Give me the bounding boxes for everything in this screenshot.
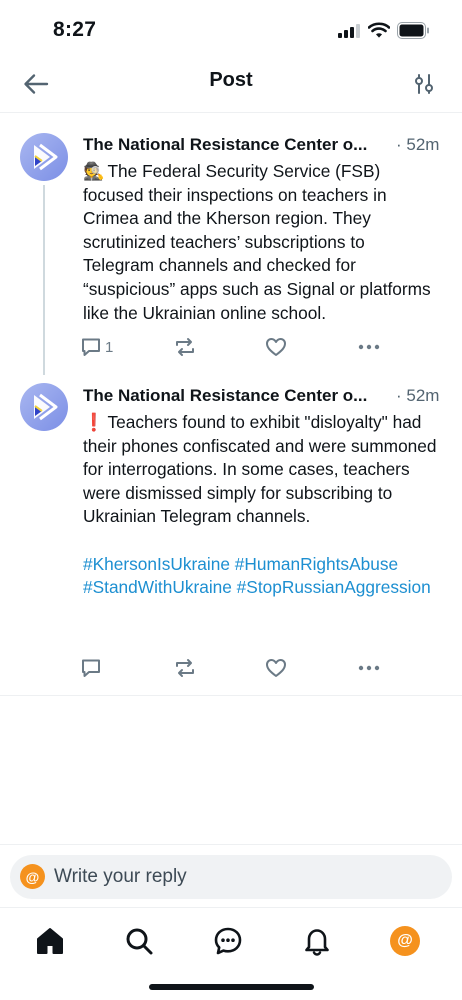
post-actions bbox=[80, 656, 390, 680]
nav-search[interactable] bbox=[122, 924, 156, 958]
like-button[interactable] bbox=[265, 656, 287, 680]
reply-input[interactable] bbox=[54, 855, 434, 899]
nav-chat[interactable] bbox=[211, 924, 245, 958]
thread-settings-button[interactable] bbox=[408, 68, 440, 100]
home-indicator bbox=[149, 984, 314, 990]
post-text: 🕵 The Federal Security Service (FSB) foc… bbox=[83, 160, 438, 325]
profile-avatar: @ bbox=[390, 926, 420, 956]
resistance-logo-icon bbox=[34, 393, 58, 421]
nav-notifications[interactable] bbox=[300, 924, 334, 958]
post-header: Post bbox=[0, 62, 462, 113]
like-button[interactable] bbox=[265, 335, 287, 359]
more-options-button[interactable] bbox=[357, 335, 381, 359]
cellular-signal-icon bbox=[338, 24, 360, 38]
author-name[interactable]: The National Resistance Center o... bbox=[83, 386, 389, 406]
sliders-icon bbox=[415, 74, 433, 94]
reply-count: 1 bbox=[105, 338, 114, 356]
thread-post-1[interactable]: The National Resistance Center o... · 52… bbox=[0, 113, 462, 375]
detective-emoji: 🕵 bbox=[83, 161, 105, 181]
repost-button[interactable] bbox=[174, 335, 196, 359]
repost-icon bbox=[176, 659, 194, 677]
heart-icon bbox=[266, 338, 286, 356]
post-text: ❗ Teachers found to exhibit "disloyalty"… bbox=[83, 411, 438, 600]
wifi-icon bbox=[367, 21, 391, 44]
author-name[interactable]: The National Resistance Center o... bbox=[83, 135, 389, 155]
thread-connector bbox=[43, 185, 45, 375]
ellipsis-icon bbox=[358, 665, 380, 671]
page-title: Post bbox=[209, 69, 253, 91]
bottom-nav: @ bbox=[0, 908, 462, 1000]
nav-home[interactable] bbox=[33, 924, 67, 958]
post-time: · 52m bbox=[396, 135, 440, 154]
hashtags[interactable]: #KhersonIsUkraine #HumanRightsAbuse #Sta… bbox=[83, 553, 438, 600]
search-icon bbox=[126, 928, 153, 955]
post-time: · 52m bbox=[396, 386, 440, 405]
resistance-logo-icon bbox=[34, 143, 58, 171]
comment-icon bbox=[82, 338, 100, 356]
post-text-content: The Federal Security Service (FSB) focus… bbox=[83, 161, 431, 323]
author-avatar[interactable] bbox=[20, 383, 68, 431]
post-actions: 1 bbox=[80, 335, 390, 359]
thread-end-divider bbox=[0, 695, 462, 696]
user-avatar: @ bbox=[20, 864, 45, 889]
battery-icon bbox=[397, 22, 430, 39]
post-text-content: Teachers found to exhibit "disloyalty" h… bbox=[83, 412, 437, 527]
nav-profile[interactable]: @ bbox=[388, 924, 422, 958]
reply-button[interactable]: 1 bbox=[80, 335, 113, 359]
bell-icon bbox=[305, 929, 329, 956]
reply-box[interactable]: @ bbox=[10, 855, 452, 899]
chat-icon bbox=[214, 927, 242, 955]
thread-post-2[interactable]: The National Resistance Center o... · 52… bbox=[0, 375, 462, 695]
repost-button[interactable] bbox=[174, 656, 196, 680]
repost-icon bbox=[176, 338, 194, 356]
reply-button[interactable] bbox=[80, 656, 105, 680]
more-options-button[interactable] bbox=[357, 656, 381, 680]
comment-icon bbox=[82, 659, 100, 677]
reply-composer: @ bbox=[0, 844, 462, 908]
ellipsis-icon bbox=[358, 344, 380, 350]
exclamation-emoji: ❗ bbox=[83, 412, 105, 432]
author-avatar[interactable] bbox=[20, 133, 68, 181]
status-bar: 8:27 bbox=[0, 0, 462, 62]
status-time: 8:27 bbox=[53, 18, 97, 41]
home-icon bbox=[37, 928, 63, 954]
heart-icon bbox=[266, 659, 286, 677]
